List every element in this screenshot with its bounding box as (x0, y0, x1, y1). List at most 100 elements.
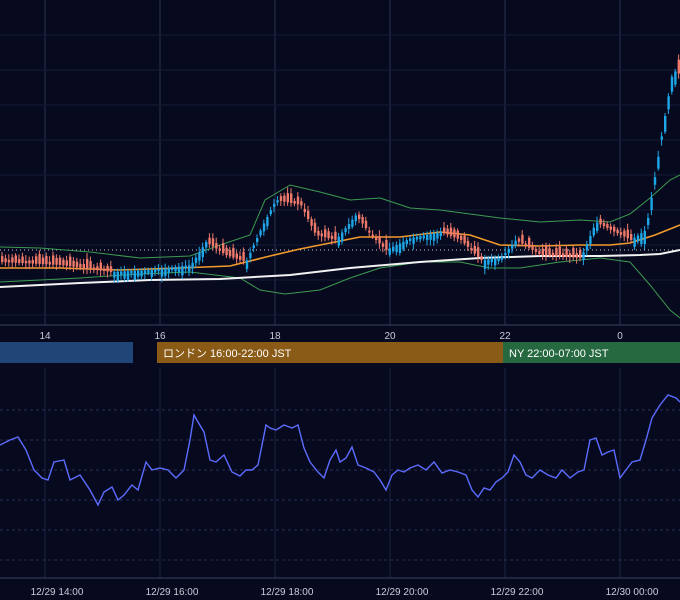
candle-down (242, 251, 245, 262)
candle-down (320, 233, 323, 237)
candle-up (511, 244, 514, 249)
candle-down (300, 201, 303, 206)
candle-down (616, 229, 619, 234)
candle-down (460, 235, 463, 240)
candle-up (436, 232, 439, 239)
candle-up (388, 248, 391, 255)
candle-up (589, 235, 592, 244)
osc-x-tick: 12/29 20:00 (376, 587, 429, 598)
candle-down (623, 230, 626, 237)
candle-up (483, 259, 487, 269)
oscillator-line (0, 394, 680, 507)
candle-up (660, 136, 663, 140)
candle-down (555, 248, 558, 257)
candle-up (497, 258, 500, 261)
candle-up (405, 240, 408, 245)
candle-up (344, 228, 347, 233)
candle-down (538, 251, 541, 254)
candle-up (273, 203, 276, 207)
candle-up (633, 237, 636, 248)
candle-down (470, 248, 473, 251)
candle-down (330, 235, 334, 239)
candle-down (327, 231, 330, 239)
candle-down (283, 195, 286, 202)
bollinger-bands (0, 174, 680, 319)
candle-up (354, 215, 357, 222)
price-x-tick: 22 (499, 331, 511, 342)
candle-down (69, 256, 72, 267)
candle-up (494, 258, 497, 266)
candle-up (596, 222, 599, 231)
candle-up (398, 243, 402, 253)
candle-up (262, 223, 266, 232)
oscillator-x-axis: 12/29 14:00 12/29 16:00 12/29 18:00 12/29 2… (31, 587, 659, 598)
candle-down (378, 236, 381, 244)
candle-down (579, 249, 582, 258)
candle-up (181, 266, 184, 276)
candles (1, 54, 680, 283)
candle-down (296, 196, 300, 205)
candle-up (198, 252, 201, 261)
candle-up (337, 236, 340, 246)
candle-up (245, 260, 249, 269)
osc-x-tick: 12/29 16:00 (146, 587, 199, 598)
candle-up (650, 197, 653, 211)
candle-down (303, 208, 306, 213)
candle-down (473, 245, 476, 254)
candle-down (361, 216, 364, 224)
candle-up (347, 224, 351, 229)
candle-down (528, 237, 531, 248)
candle-down (225, 247, 228, 256)
candle-down (545, 245, 548, 256)
price-x-tick: 16 (154, 331, 166, 342)
candle-down (103, 268, 106, 272)
candle-up (429, 234, 432, 240)
candle-up (194, 257, 198, 263)
candle-down (609, 226, 612, 230)
candle-down (1, 256, 4, 263)
candle-up (256, 238, 259, 243)
candle-down (82, 264, 85, 269)
candle-up (412, 237, 415, 244)
candle-down (208, 237, 211, 245)
candle-up (504, 252, 507, 255)
osc-x-tick: 12/29 14:00 (31, 587, 84, 598)
candle-down (286, 193, 289, 203)
candle-up (636, 235, 640, 242)
candle-down (62, 259, 65, 266)
candle-down (551, 252, 555, 256)
candle-down (558, 246, 561, 257)
candle-down (75, 261, 79, 268)
candle-down (524, 243, 527, 246)
candle-down (381, 243, 385, 247)
candle-down (52, 255, 55, 265)
candle-down (602, 222, 606, 227)
candle-up (643, 230, 646, 244)
candle-up (252, 245, 255, 249)
candle-up (439, 232, 442, 237)
candle-down (293, 200, 296, 204)
candle-down (307, 210, 310, 219)
candle-down (568, 253, 572, 258)
candle-down (310, 219, 313, 226)
candle-up (592, 227, 595, 236)
candle-up (585, 244, 589, 251)
candle-down (48, 261, 51, 265)
osc-x-tick: 12/29 22:00 (491, 587, 544, 598)
candle-down (385, 239, 388, 250)
candle-down (562, 253, 565, 257)
candle-up (120, 271, 123, 275)
candle-up (674, 71, 677, 85)
candle-up (160, 268, 164, 277)
candle-up (130, 270, 133, 274)
candle-down (446, 228, 449, 235)
candle-down (222, 243, 225, 254)
candle-up (205, 242, 208, 248)
candle-down (575, 253, 578, 258)
candle-up (137, 270, 140, 277)
candle-up (249, 252, 252, 259)
candle-down (14, 255, 17, 263)
candle-up (140, 270, 143, 277)
candle-down (58, 257, 62, 265)
candle-up (171, 267, 174, 271)
